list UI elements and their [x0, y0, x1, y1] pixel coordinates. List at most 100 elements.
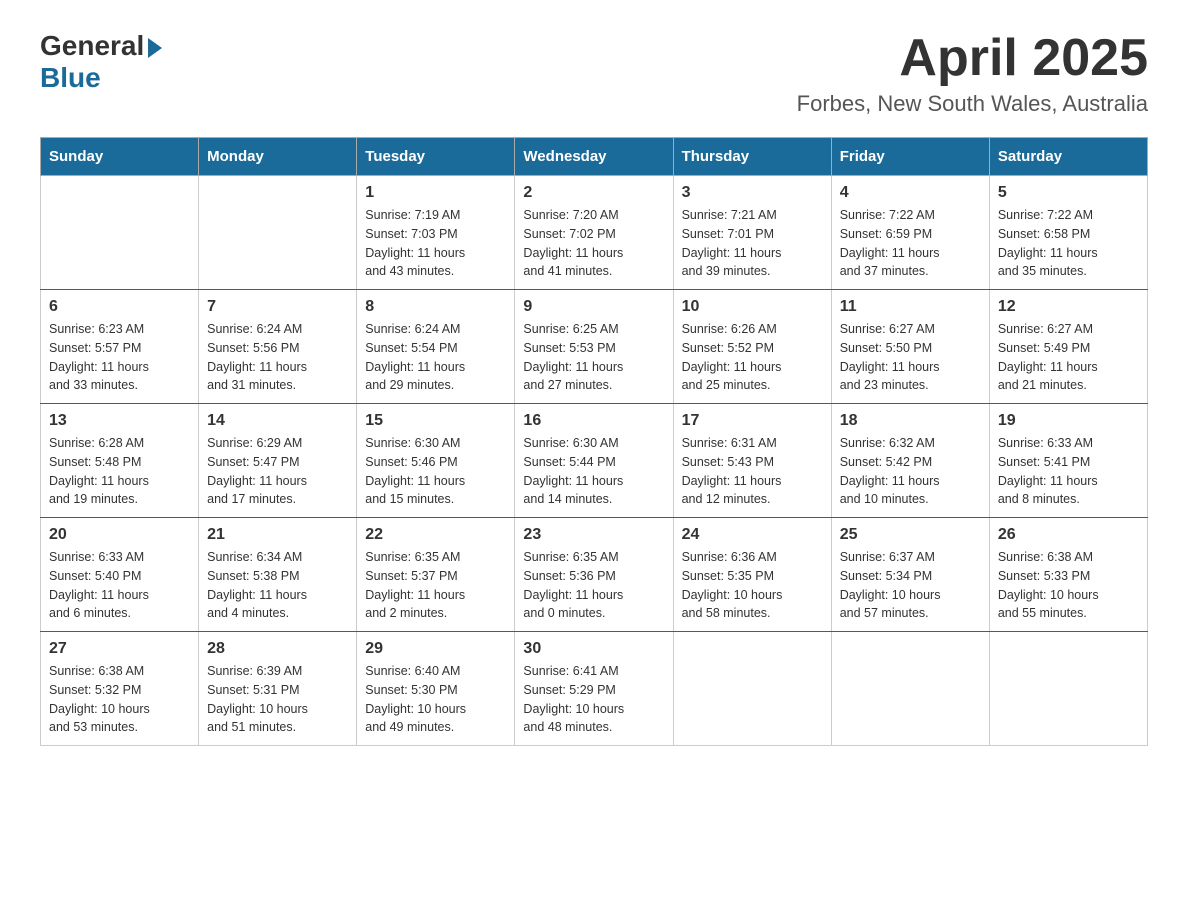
day-info: Sunrise: 6:35 AM Sunset: 5:37 PM Dayligh…: [365, 548, 506, 623]
day-number: 8: [365, 298, 506, 316]
day-info: Sunrise: 6:36 AM Sunset: 5:35 PM Dayligh…: [682, 548, 823, 623]
calendar-cell: [199, 176, 357, 290]
weekday-header-row: SundayMondayTuesdayWednesdayThursdayFrid…: [41, 138, 1148, 176]
calendar-cell: 22 Sunrise: 6:35 AM Sunset: 5:37 PM Dayli…: [357, 518, 515, 632]
weekday-header-sunday: Sunday: [41, 138, 199, 176]
calendar-cell: 15Sunrise: 6:30 AM Sunset: 5:46 PM Dayli…: [357, 404, 515, 518]
calendar-cell: 11 Sunrise: 6:27 AM Sunset: 5:50 PM Dayli…: [831, 290, 989, 404]
calendar-cell: 28 Sunrise: 6:39 AM Sunset: 5:31 PM Dayli…: [199, 632, 357, 746]
calendar-cell: 9 Sunrise: 6:25 AM Sunset: 5:53 PM Daylig…: [515, 290, 673, 404]
calendar-week-3: 20 Sunrise: 6:33 AM Sunset: 5:40 PM Dayli…: [41, 518, 1148, 632]
day-number: 16: [523, 412, 664, 430]
weekday-header-wednesday: Wednesday: [515, 138, 673, 176]
calendar-body: 1 Sunrise: 7:19 AM Sunset: 7:03 PM Daylig…: [41, 176, 1148, 746]
day-info: Sunrise: 7:19 AM Sunset: 7:03 PM Dayligh…: [365, 206, 506, 281]
weekday-header-monday: Monday: [199, 138, 357, 176]
day-info: Sunrise: 7:22 AM Sunset: 6:59 PM Dayligh…: [840, 206, 981, 281]
calendar-cell: 23Sunrise: 6:35 AM Sunset: 5:36 PM Dayli…: [515, 518, 673, 632]
logo-general-text: General: [40, 30, 144, 62]
logo-blue-text: Blue: [40, 62, 101, 94]
day-info: Sunrise: 6:33 AM Sunset: 5:40 PM Dayligh…: [49, 548, 190, 623]
calendar-cell: 17 Sunrise: 6:31 AM Sunset: 5:43 PM Dayli…: [673, 404, 831, 518]
calendar-cell: 2Sunrise: 7:20 AM Sunset: 7:02 PM Daylig…: [515, 176, 673, 290]
calendar-table: SundayMondayTuesdayWednesdayThursdayFrid…: [40, 137, 1148, 746]
day-number: 30: [523, 640, 664, 658]
calendar-week-4: 27 Sunrise: 6:38 AM Sunset: 5:32 PM Dayli…: [41, 632, 1148, 746]
calendar-week-1: 6Sunrise: 6:23 AM Sunset: 5:57 PM Daylig…: [41, 290, 1148, 404]
day-number: 9: [523, 298, 664, 316]
calendar-cell: [41, 176, 199, 290]
day-number: 24: [682, 526, 823, 544]
weekday-header-thursday: Thursday: [673, 138, 831, 176]
day-number: 12: [998, 298, 1139, 316]
weekday-header-saturday: Saturday: [989, 138, 1147, 176]
calendar-cell: 20 Sunrise: 6:33 AM Sunset: 5:40 PM Dayli…: [41, 518, 199, 632]
day-number: 7: [207, 298, 348, 316]
page-title: April 2025: [797, 30, 1148, 87]
calendar-cell: 19Sunrise: 6:33 AM Sunset: 5:41 PM Dayli…: [989, 404, 1147, 518]
day-number: 3: [682, 184, 823, 202]
calendar-cell: 5Sunrise: 7:22 AM Sunset: 6:58 PM Daylig…: [989, 176, 1147, 290]
day-info: Sunrise: 6:34 AM Sunset: 5:38 PM Dayligh…: [207, 548, 348, 623]
calendar-cell: 13 Sunrise: 6:28 AM Sunset: 5:48 PM Dayli…: [41, 404, 199, 518]
day-number: 18: [840, 412, 981, 430]
day-info: Sunrise: 7:22 AM Sunset: 6:58 PM Dayligh…: [998, 206, 1139, 281]
day-number: 13: [49, 412, 190, 430]
calendar-cell: 6Sunrise: 6:23 AM Sunset: 5:57 PM Daylig…: [41, 290, 199, 404]
page-header: General Blue April 2025 Forbes, New Sout…: [40, 30, 1148, 117]
day-info: Sunrise: 6:35 AM Sunset: 5:36 PM Dayligh…: [523, 548, 664, 623]
day-number: 1: [365, 184, 506, 202]
logo: General Blue: [40, 30, 162, 94]
day-info: Sunrise: 6:24 AM Sunset: 5:54 PM Dayligh…: [365, 320, 506, 395]
day-number: 29: [365, 640, 506, 658]
day-number: 25: [840, 526, 981, 544]
day-number: 15: [365, 412, 506, 430]
day-info: Sunrise: 6:33 AM Sunset: 5:41 PM Dayligh…: [998, 434, 1139, 509]
day-number: 22: [365, 526, 506, 544]
day-info: Sunrise: 6:39 AM Sunset: 5:31 PM Dayligh…: [207, 662, 348, 737]
calendar-cell: [989, 632, 1147, 746]
day-number: 17: [682, 412, 823, 430]
day-number: 2: [523, 184, 664, 202]
day-info: Sunrise: 6:29 AM Sunset: 5:47 PM Dayligh…: [207, 434, 348, 509]
day-info: Sunrise: 6:31 AM Sunset: 5:43 PM Dayligh…: [682, 434, 823, 509]
calendar-cell: [673, 632, 831, 746]
calendar-cell: 26 Sunrise: 6:38 AM Sunset: 5:33 PM Dayli…: [989, 518, 1147, 632]
calendar-cell: 25 Sunrise: 6:37 AM Sunset: 5:34 PM Dayli…: [831, 518, 989, 632]
calendar-cell: 21Sunrise: 6:34 AM Sunset: 5:38 PM Dayli…: [199, 518, 357, 632]
calendar-week-2: 13 Sunrise: 6:28 AM Sunset: 5:48 PM Dayli…: [41, 404, 1148, 518]
day-info: Sunrise: 6:23 AM Sunset: 5:57 PM Dayligh…: [49, 320, 190, 395]
calendar-week-0: 1 Sunrise: 7:19 AM Sunset: 7:03 PM Daylig…: [41, 176, 1148, 290]
day-number: 27: [49, 640, 190, 658]
calendar-cell: 30 Sunrise: 6:41 AM Sunset: 5:29 PM Dayli…: [515, 632, 673, 746]
page-subtitle: Forbes, New South Wales, Australia: [797, 91, 1148, 117]
calendar-cell: 3 Sunrise: 7:21 AM Sunset: 7:01 PM Daylig…: [673, 176, 831, 290]
calendar-cell: 1 Sunrise: 7:19 AM Sunset: 7:03 PM Daylig…: [357, 176, 515, 290]
day-info: Sunrise: 6:38 AM Sunset: 5:32 PM Dayligh…: [49, 662, 190, 737]
calendar-cell: 4 Sunrise: 7:22 AM Sunset: 6:59 PM Daylig…: [831, 176, 989, 290]
day-info: Sunrise: 6:28 AM Sunset: 5:48 PM Dayligh…: [49, 434, 190, 509]
calendar-cell: [831, 632, 989, 746]
day-info: Sunrise: 6:38 AM Sunset: 5:33 PM Dayligh…: [998, 548, 1139, 623]
day-info: Sunrise: 6:41 AM Sunset: 5:29 PM Dayligh…: [523, 662, 664, 737]
day-number: 14: [207, 412, 348, 430]
day-number: 4: [840, 184, 981, 202]
day-info: Sunrise: 6:25 AM Sunset: 5:53 PM Dayligh…: [523, 320, 664, 395]
day-info: Sunrise: 6:40 AM Sunset: 5:30 PM Dayligh…: [365, 662, 506, 737]
calendar-cell: 27 Sunrise: 6:38 AM Sunset: 5:32 PM Dayli…: [41, 632, 199, 746]
calendar-cell: 10Sunrise: 6:26 AM Sunset: 5:52 PM Dayli…: [673, 290, 831, 404]
calendar-cell: 12 Sunrise: 6:27 AM Sunset: 5:49 PM Dayli…: [989, 290, 1147, 404]
day-info: Sunrise: 6:27 AM Sunset: 5:50 PM Dayligh…: [840, 320, 981, 395]
day-number: 20: [49, 526, 190, 544]
day-number: 11: [840, 298, 981, 316]
weekday-header-tuesday: Tuesday: [357, 138, 515, 176]
day-number: 28: [207, 640, 348, 658]
calendar-header: SundayMondayTuesdayWednesdayThursdayFrid…: [41, 138, 1148, 176]
day-number: 26: [998, 526, 1139, 544]
calendar-cell: 14 Sunrise: 6:29 AM Sunset: 5:47 PM Dayli…: [199, 404, 357, 518]
day-info: Sunrise: 7:21 AM Sunset: 7:01 PM Dayligh…: [682, 206, 823, 281]
day-number: 10: [682, 298, 823, 316]
day-info: Sunrise: 6:27 AM Sunset: 5:49 PM Dayligh…: [998, 320, 1139, 395]
calendar-cell: 16Sunrise: 6:30 AM Sunset: 5:44 PM Dayli…: [515, 404, 673, 518]
day-info: Sunrise: 6:37 AM Sunset: 5:34 PM Dayligh…: [840, 548, 981, 623]
